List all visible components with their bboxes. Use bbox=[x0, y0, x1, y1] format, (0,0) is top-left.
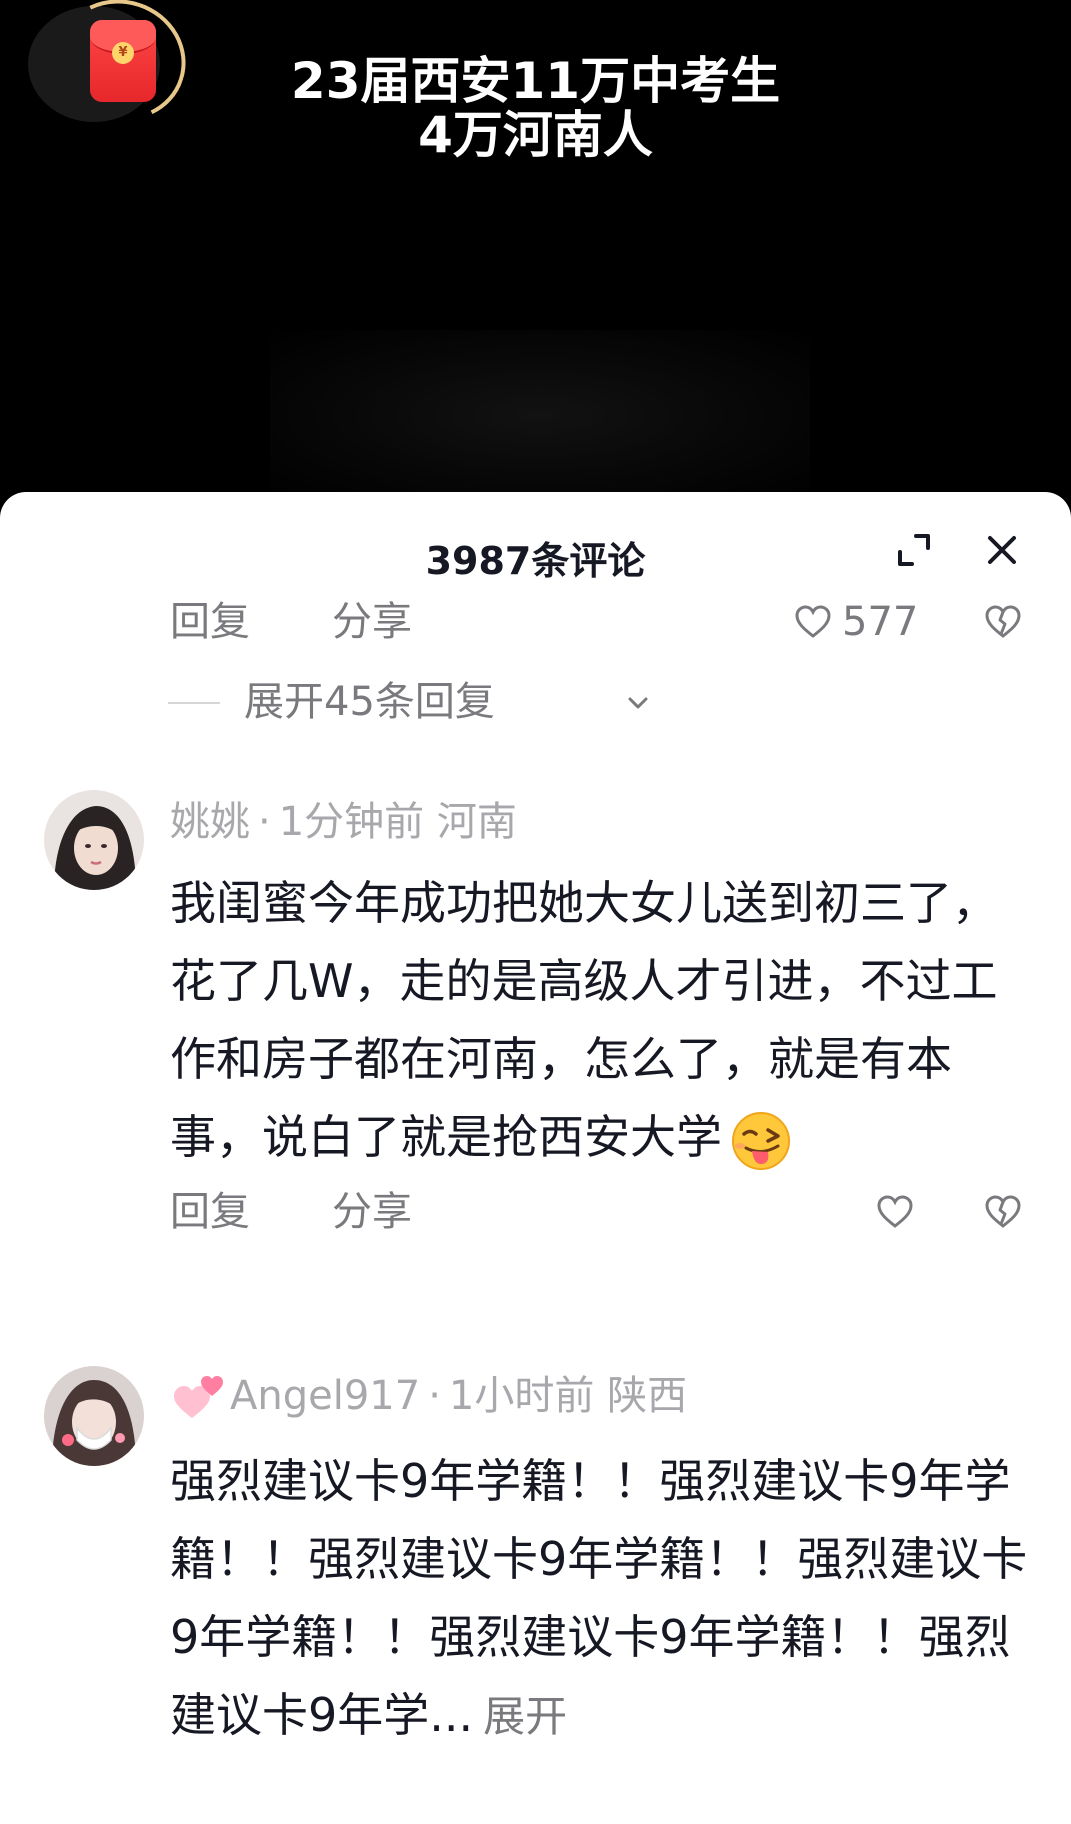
like-count: 577 bbox=[842, 599, 919, 645]
prev-comment-actions: 回复 分享 577 bbox=[170, 596, 1030, 648]
chevron-down-icon bbox=[628, 697, 648, 709]
dislike-icon[interactable] bbox=[984, 604, 1022, 640]
comment-text: 我闺蜜今年成功把她大女儿送到初三了，花了几W，走的是高级人才引进，不过工作和房子… bbox=[170, 864, 1030, 1176]
comment-sheet: 3987条评论 回复 分享 577 展开45条回复 姚姚 · 1分钟前 河南 我… bbox=[0, 492, 1071, 1824]
comment-text: 强烈建议卡9年学籍！！强烈建议卡9年学籍！！强烈建议卡9年学籍！！强烈建议卡9年… bbox=[170, 1442, 1030, 1756]
comment-body: 我闺蜜今年成功把她大女儿送到初三了，花了几W，走的是高级人才引进，不过工作和房子… bbox=[170, 876, 998, 1164]
comment-location: 陕西 bbox=[607, 1373, 688, 1419]
avatar[interactable] bbox=[44, 790, 144, 890]
comment-location: 河南 bbox=[436, 799, 517, 845]
expand-icon[interactable] bbox=[894, 530, 934, 570]
video-title-line1: 23届西安11万中考生 bbox=[290, 52, 781, 110]
close-icon[interactable] bbox=[982, 530, 1022, 570]
video-area[interactable]: ¥ 23届西安11万中考生 4万河南人 bbox=[0, 0, 1071, 510]
pink-hearts-icon bbox=[174, 1376, 223, 1418]
comment-meta: Angel917 · 1小时前 陕西 bbox=[170, 1370, 687, 1422]
username[interactable]: 姚姚 bbox=[170, 799, 250, 845]
video-title-line2: 4万河南人 bbox=[418, 106, 653, 164]
comment-body: 强烈建议卡9年学籍！！强烈建议卡9年学籍！！强烈建议卡9年学籍！！强烈建议卡9年… bbox=[170, 1454, 1028, 1742]
reply-button[interactable]: 回复 bbox=[170, 1186, 250, 1238]
comment-meta: 姚姚 · 1分钟前 河南 bbox=[170, 796, 517, 848]
avatar[interactable] bbox=[44, 1366, 144, 1466]
meta-separator: · bbox=[428, 1373, 441, 1419]
expand-comment-link[interactable]: 展开 bbox=[483, 1692, 567, 1741]
dislike-icon[interactable] bbox=[984, 1194, 1022, 1230]
wink-tongue-emoji-icon bbox=[732, 1111, 790, 1170]
share-button[interactable]: 分享 bbox=[332, 1186, 412, 1238]
avatar-photo bbox=[44, 1366, 144, 1466]
comment-time: 1小时前 bbox=[448, 1373, 595, 1419]
expand-divider bbox=[168, 702, 220, 704]
comment-actions: 回复 分享 bbox=[170, 1186, 1030, 1238]
share-button[interactable]: 分享 bbox=[332, 596, 412, 648]
avatar-photo bbox=[44, 790, 144, 890]
expand-replies-label: 展开45条回复 bbox=[244, 679, 495, 725]
like-icon[interactable] bbox=[794, 604, 832, 640]
expand-replies[interactable]: 展开45条回复 bbox=[168, 672, 668, 732]
like-icon[interactable] bbox=[876, 1194, 914, 1230]
meta-separator: · bbox=[258, 799, 271, 845]
comment-time: 1分钟前 bbox=[278, 799, 425, 845]
reply-button[interactable]: 回复 bbox=[170, 596, 250, 648]
username[interactable]: Angel917 bbox=[230, 1373, 420, 1419]
video-frame bbox=[270, 330, 810, 500]
